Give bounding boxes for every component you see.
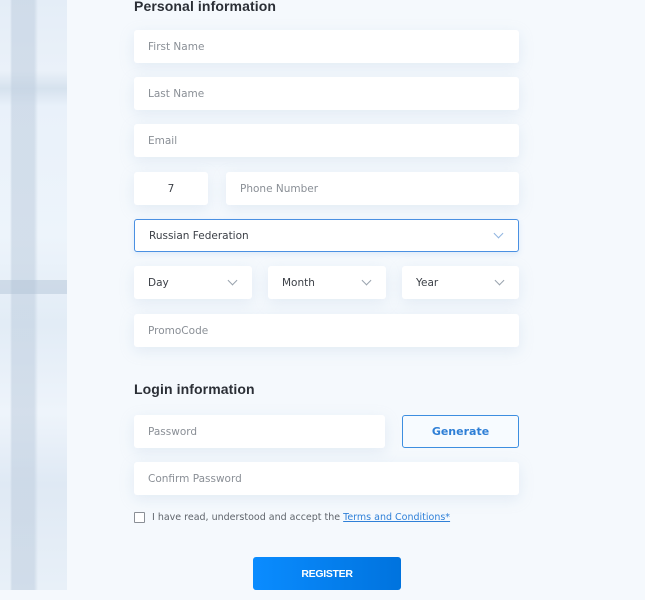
day-value: Day [148,276,169,289]
terms-agreement: I have read, understood and accept the T… [134,512,450,523]
first-name-field[interactable] [134,30,519,63]
last-name-field[interactable] [134,77,519,110]
last-name-input[interactable] [134,77,519,110]
email-input[interactable] [134,124,519,157]
year-value: Year [416,276,439,289]
background-image [0,0,67,590]
country-select[interactable]: Russian Federation [134,219,519,252]
year-select[interactable]: Year [402,266,519,299]
chevron-down-icon [227,275,238,286]
terms-checkbox[interactable] [134,512,145,523]
confirm-password-field[interactable] [134,462,519,495]
terms-text: I have read, understood and accept the [152,512,341,523]
password-input[interactable] [134,415,385,448]
day-select[interactable]: Day [134,266,252,299]
phone-number-field[interactable] [226,172,519,205]
chevron-down-icon [361,275,372,286]
phone-code-value: 7 [167,182,175,195]
chevron-down-icon [493,228,504,239]
generate-password-button[interactable]: Generate [402,415,519,448]
promocode-input[interactable] [134,314,519,347]
phone-number-input[interactable] [226,172,519,205]
first-name-input[interactable] [134,30,519,63]
register-button[interactable]: REGISTER [253,557,401,590]
password-field[interactable] [134,415,385,448]
confirm-password-input[interactable] [134,462,519,495]
email-field[interactable] [134,124,519,157]
promocode-field[interactable] [134,314,519,347]
login-info-heading: Login information [134,381,255,397]
country-value: Russian Federation [149,229,249,242]
terms-link[interactable]: Terms and Conditions* [343,512,450,523]
phone-code-field[interactable]: 7 [134,172,208,205]
month-select[interactable]: Month [268,266,386,299]
chevron-down-icon [494,275,505,286]
personal-info-heading: Personal information [134,0,277,14]
month-value: Month [282,276,315,289]
